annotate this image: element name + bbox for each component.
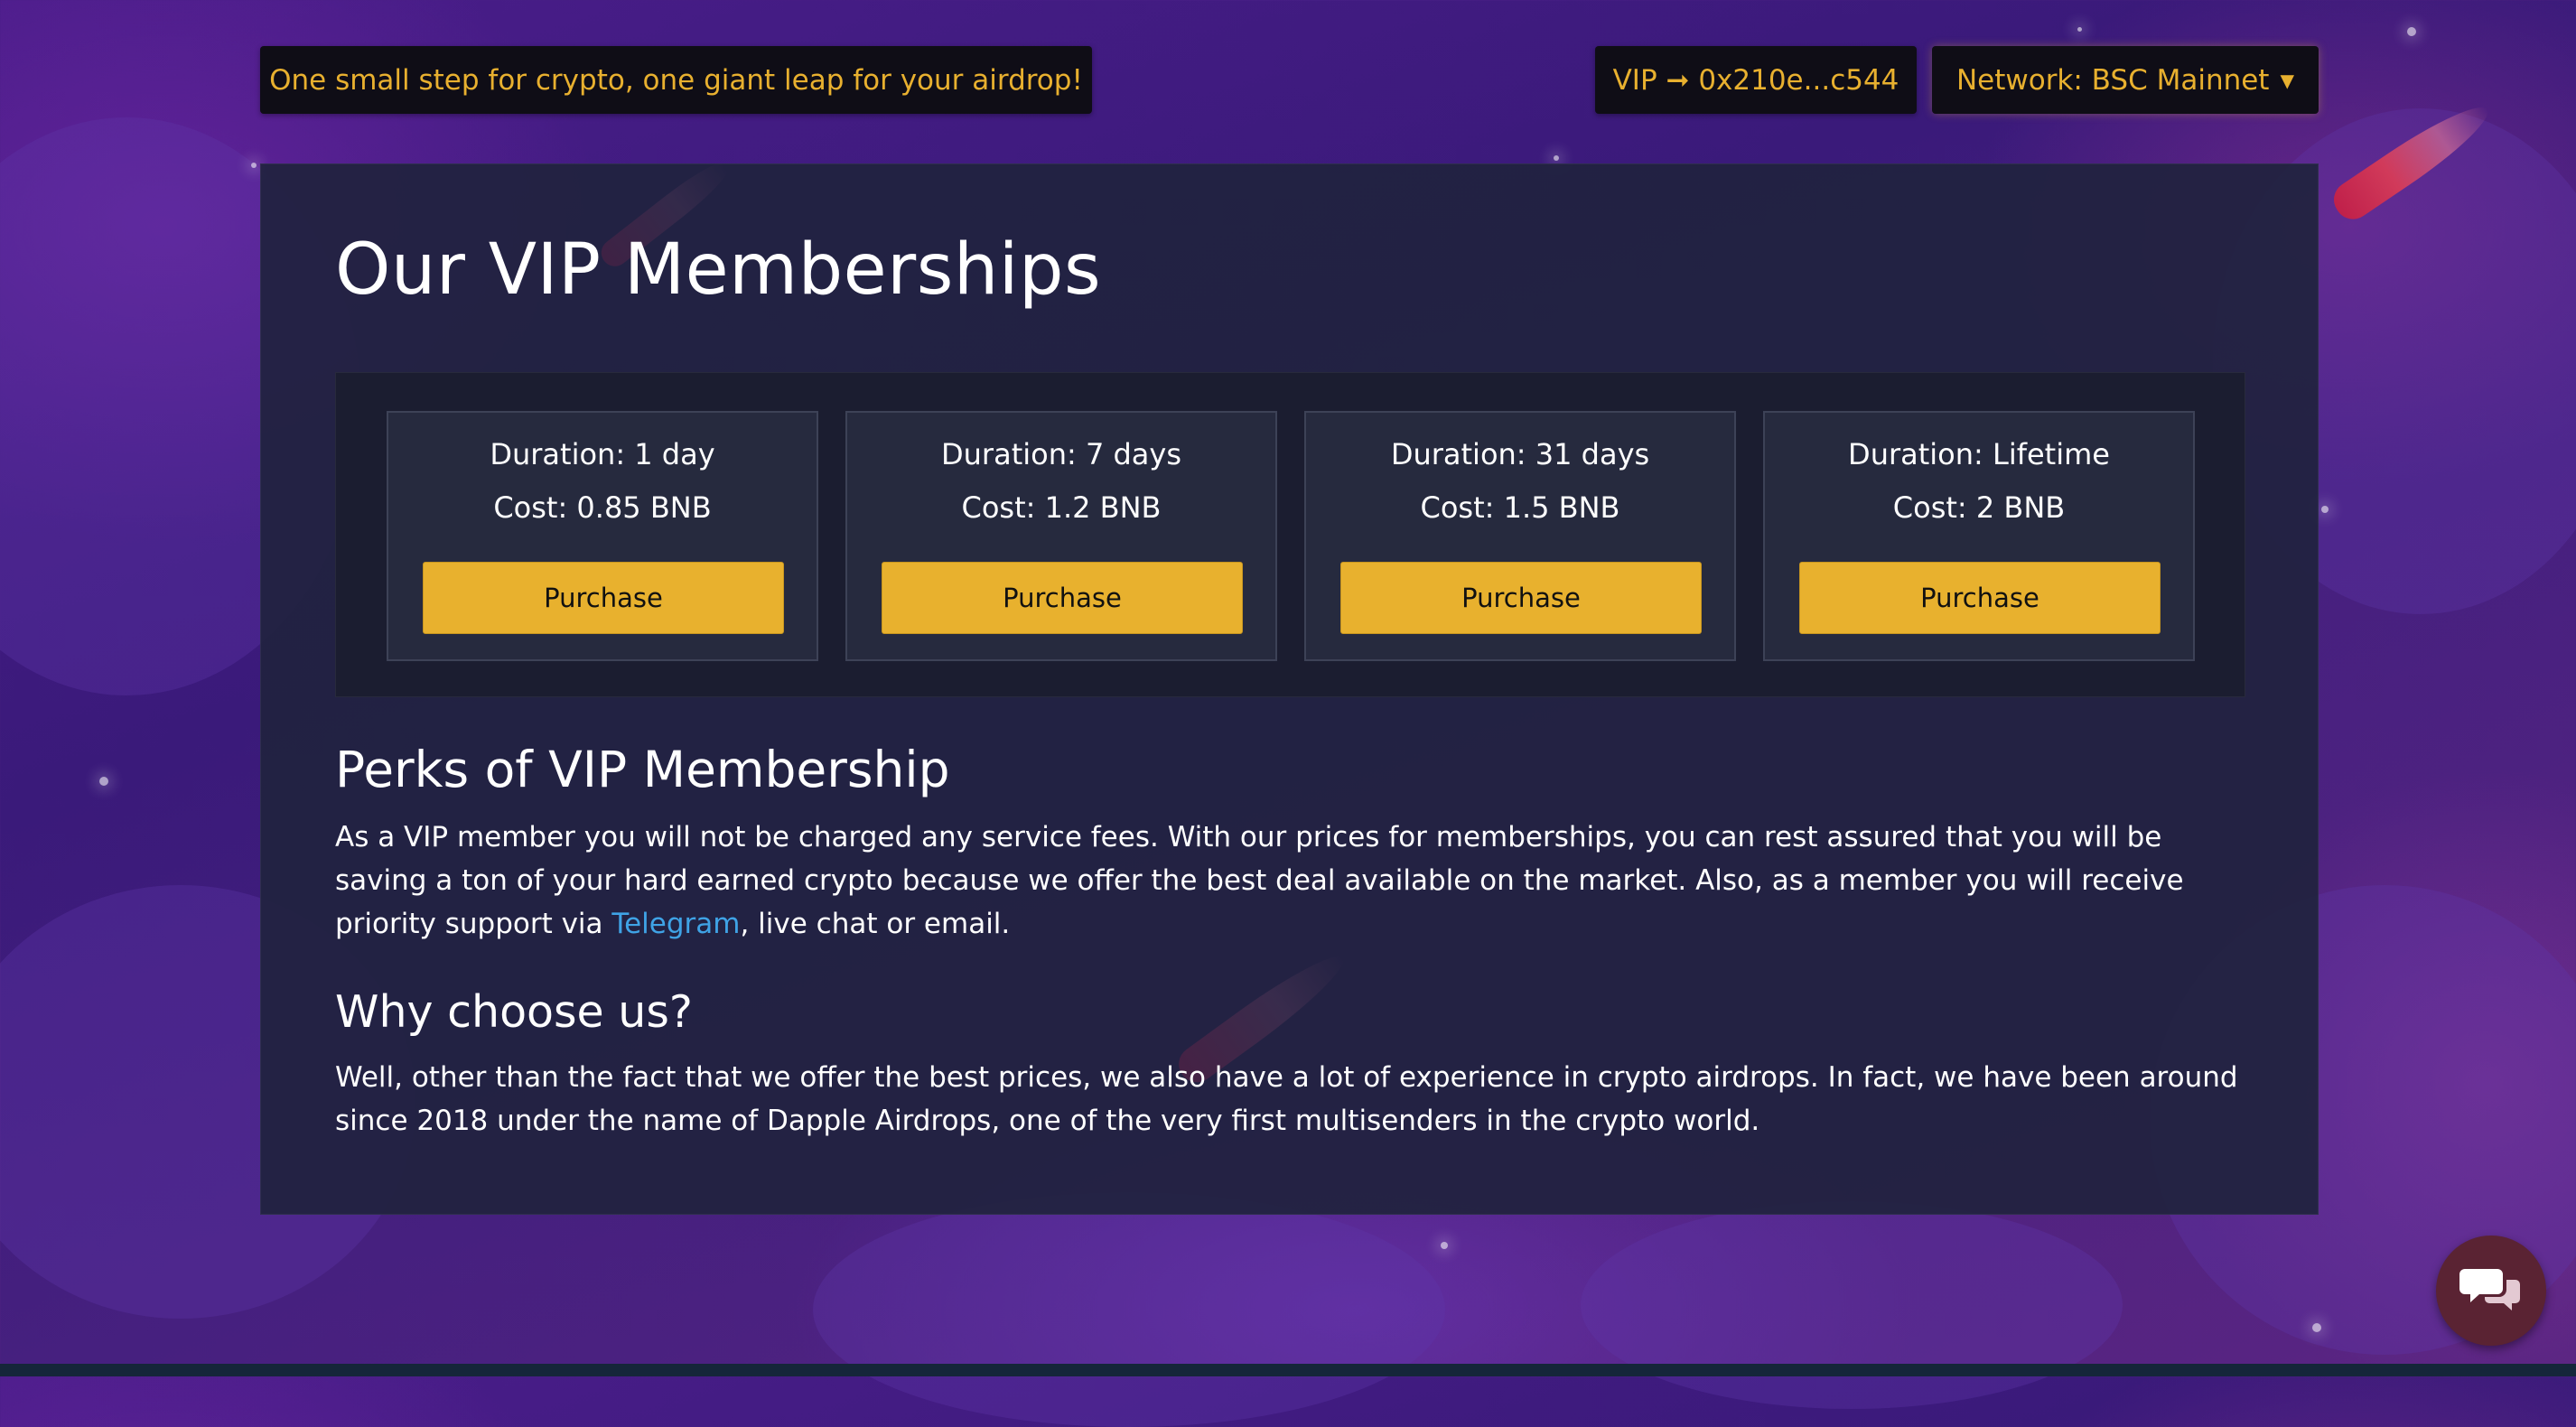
star-decoration (2407, 27, 2416, 36)
plan-duration: Duration: 7 days (941, 437, 1181, 471)
star-decoration (99, 777, 108, 786)
vip-wallet-badge[interactable]: VIP ➞ 0x210e...c544 (1595, 46, 1917, 114)
perks-paragraph: As a VIP member you will not be charged … (335, 816, 2250, 946)
plan-cost: Cost: 0.85 BNB (493, 490, 712, 525)
memberships-panel: Our VIP Memberships Duration: 1 day Cost… (260, 155, 2319, 1215)
plan-cost: Cost: 1.2 BNB (961, 490, 1162, 525)
vip-wallet-label: VIP ➞ 0x210e...c544 (1612, 63, 1899, 97)
plan-card-lifetime: Duration: Lifetime Cost: 2 BNB Purchase (1763, 411, 2195, 661)
purchase-button[interactable]: Purchase (1799, 562, 2161, 634)
plan-card-7-days: Duration: 7 days Cost: 1.2 BNB Purchase (845, 411, 1277, 661)
plan-duration: Duration: 1 day (490, 437, 715, 471)
footer-bar (0, 1364, 2576, 1376)
plan-cost: Cost: 2 BNB (1892, 490, 2066, 525)
plan-duration: Duration: 31 days (1390, 437, 1650, 471)
plans-container: Duration: 1 day Cost: 0.85 BNB Purchase … (335, 372, 2245, 697)
perks-heading: Perks of VIP Membership (335, 741, 950, 798)
star-decoration (1554, 155, 1559, 161)
star-decoration (1441, 1242, 1448, 1249)
page-title: Our VIP Memberships (335, 229, 1102, 311)
network-selector[interactable]: Network: BSC Mainnet ▾ (1932, 46, 2319, 114)
background-blob (813, 1192, 1445, 1427)
network-label: Network: BSC Mainnet (1955, 63, 2270, 97)
star-decoration (2312, 1323, 2321, 1332)
purchase-button[interactable]: Purchase (882, 562, 1243, 634)
chat-widget-button[interactable] (2436, 1236, 2546, 1346)
plan-card-31-days: Duration: 31 days Cost: 1.5 BNB Purchase (1304, 411, 1736, 661)
background-blob (1581, 1201, 2123, 1409)
plan-duration: Duration: Lifetime (1848, 437, 2110, 471)
plan-cost: Cost: 1.5 BNB (1420, 490, 1620, 525)
purchase-button[interactable]: Purchase (423, 562, 784, 634)
tagline-banner: One small step for crypto, one giant lea… (260, 46, 1092, 114)
star-decoration (2321, 506, 2329, 513)
telegram-link[interactable]: Telegram (611, 908, 740, 940)
why-heading: Why choose us? (335, 986, 693, 1038)
purchase-button[interactable]: Purchase (1340, 562, 1702, 634)
perks-text-after: , live chat or email. (740, 908, 1011, 940)
plan-card-1-day: Duration: 1 day Cost: 0.85 BNB Purchase (387, 411, 818, 661)
chat-bubbles-icon (2459, 1262, 2523, 1320)
tagline-text: One small step for crypto, one giant lea… (269, 63, 1083, 97)
star-decoration (2077, 27, 2082, 32)
star-decoration (251, 163, 257, 168)
why-paragraph: Well, other than the fact that we offer … (335, 1061, 2238, 1137)
chevron-down-icon: ▾ (2280, 63, 2295, 97)
